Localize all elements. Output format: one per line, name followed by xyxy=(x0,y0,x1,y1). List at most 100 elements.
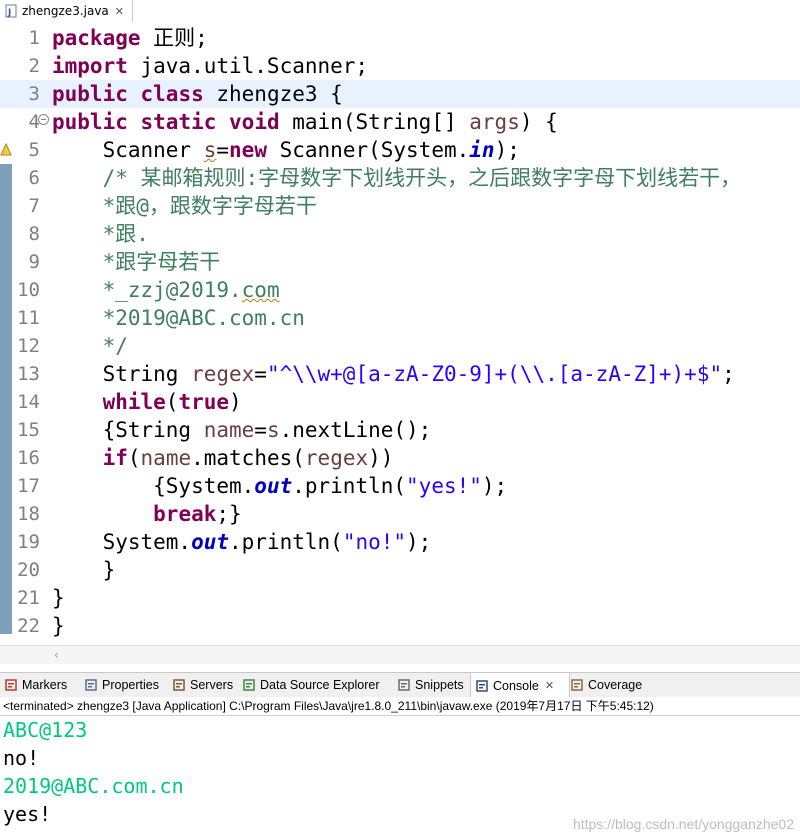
snippets-icon xyxy=(398,679,410,691)
warning-marker-icon[interactable] xyxy=(0,142,12,156)
code-token: 正则; xyxy=(140,26,208,50)
code-token: name xyxy=(140,446,192,470)
code-line[interactable]: 19 System.out.println("no!"); xyxy=(0,528,800,556)
code-line[interactable]: 13 String regex="^\\w+@[a-zA-Z0-9]+(\\.[… xyxy=(0,360,800,388)
code-line[interactable]: 8 *跟. xyxy=(0,220,800,248)
code-token: break xyxy=(153,502,217,526)
code-line[interactable]: 4− public static void main(String[] args)… xyxy=(0,108,800,136)
code-token: ); xyxy=(494,138,520,162)
code-token: *_zzj@2019. xyxy=(52,278,242,302)
code-line[interactable]: 11 *2019@ABC.com.cn xyxy=(0,304,800,332)
line-number: 20 xyxy=(17,559,40,581)
code-token: if xyxy=(102,446,128,470)
code-token: *跟字母若干 xyxy=(52,250,221,274)
editor-tab-zhengze3[interactable]: J zhengze3.java ✕ xyxy=(0,0,134,22)
code-line[interactable]: 6 /* 某邮箱规则:字母数字下划线开头，之后跟数字字母下划线若干， xyxy=(0,164,800,192)
fold-toggle-icon[interactable]: − xyxy=(38,114,49,125)
code-token: {String xyxy=(52,418,204,442)
code-token: ) xyxy=(229,390,242,414)
code-token: Scanner(System. xyxy=(266,138,470,162)
tab-coverage[interactable]: Coverage xyxy=(566,673,660,697)
line-number: 9 xyxy=(28,251,40,273)
line-number: 11 xyxy=(17,307,40,329)
code-token: s xyxy=(203,138,217,162)
line-number: 14 xyxy=(17,391,40,413)
console-input-line: ABC@123 xyxy=(3,718,88,742)
code-line[interactable]: 9 *跟字母若干 xyxy=(0,248,800,276)
tab-label: Markers xyxy=(22,678,68,692)
tab-label: Snippets xyxy=(415,678,464,692)
java-file-icon: J xyxy=(5,4,17,18)
code-line[interactable]: 21} xyxy=(0,584,800,612)
console-output-line: no! xyxy=(3,746,40,770)
servers-icon xyxy=(173,679,185,691)
line-number: 15 xyxy=(17,419,40,441)
code-token: args xyxy=(469,110,520,134)
tab-servers[interactable]: Servers xyxy=(168,673,240,697)
editor-tab-label: zhengze3.java xyxy=(22,4,109,18)
tab-console[interactable]: Console ✕ xyxy=(470,673,570,698)
tab-data-source-explorer[interactable]: Data Source Explorer xyxy=(238,673,395,697)
code-token: )) xyxy=(368,446,394,470)
code-token: true xyxy=(178,390,230,414)
code-token: .matches( xyxy=(191,446,305,470)
code-token: public xyxy=(52,82,128,106)
code-token: java.util.Scanner; xyxy=(127,54,369,78)
code-line[interactable]: 12 */ xyxy=(0,332,800,360)
code-token: public xyxy=(52,110,128,134)
watermark: https://blog.csdn.net/yongganzhe02 xyxy=(572,816,794,832)
editor-tab-bar: J zhengze3.java ✕ xyxy=(0,0,800,23)
code-line[interactable]: 20 } xyxy=(0,556,800,584)
close-icon[interactable]: ✕ xyxy=(545,679,554,692)
code-line[interactable]: 3 public class zhengze3 { xyxy=(0,80,800,108)
code-line[interactable]: 14 while(true) xyxy=(0,388,800,416)
tab-label: Servers xyxy=(190,678,234,692)
data-source-icon xyxy=(243,679,255,691)
code-token: String xyxy=(52,362,192,386)
code-editor[interactable]: 1 package 正则; 2 import java.util.Scanner; 3 p… xyxy=(0,22,800,647)
line-number: 12 xyxy=(17,335,40,357)
tab-markers[interactable]: Markers xyxy=(0,673,82,697)
code-token: ;} xyxy=(216,502,242,526)
console-output-line: yes! xyxy=(3,802,52,826)
tab-properties[interactable]: Properties xyxy=(80,673,170,697)
code-token: class xyxy=(140,82,204,106)
code-line[interactable]: 22} xyxy=(0,612,800,640)
code-line[interactable]: 5 Scanner s=new Scanner(System.in); xyxy=(0,136,800,164)
code-token: ); xyxy=(481,474,508,498)
line-number: 4 xyxy=(28,111,40,133)
code-line[interactable]: 18 break;} xyxy=(0,500,800,528)
code-token: void xyxy=(229,110,280,134)
code-token: "no!" xyxy=(342,530,407,554)
code-line[interactable]: 15 {String name=s.nextLine(); xyxy=(0,416,800,444)
code-text: System.out.println("no!"); xyxy=(52,528,432,556)
code-token: "^\\w+@[a-zA-Z0-9]+(\\.[a-zA-Z]+)+$" xyxy=(266,362,723,386)
code-line[interactable]: 2 import java.util.Scanner; xyxy=(0,52,800,80)
code-token: ) { xyxy=(519,110,558,134)
code-line[interactable]: 16 if(name.matches(regex)) xyxy=(0,444,800,472)
code-line[interactable]: 1 package 正则; xyxy=(0,24,800,52)
code-token: Scanner xyxy=(52,138,204,162)
code-text: import java.util.Scanner; xyxy=(52,52,368,80)
line-number: 19 xyxy=(17,531,40,553)
code-text: {String name=s.nextLine(); xyxy=(52,416,432,444)
code-text: public class zhengze3 { xyxy=(52,80,343,108)
code-text: while(true) xyxy=(52,388,242,416)
tab-label: Console xyxy=(493,678,539,693)
code-text: */ xyxy=(52,332,128,360)
code-line[interactable]: 7 *跟@，跟数字字母若干 xyxy=(0,192,800,220)
code-line[interactable]: 10 *_zzj@2019.com xyxy=(0,276,800,304)
close-icon[interactable]: ✕ xyxy=(115,5,124,18)
line-number: 18 xyxy=(17,503,40,525)
coverage-icon xyxy=(571,679,583,691)
code-text: *跟. xyxy=(52,220,149,248)
code-token: /* 某邮箱规则:字母数字下划线开头，之后跟数字字母下划线若干， xyxy=(52,166,742,190)
tab-snippets[interactable]: Snippets xyxy=(393,673,472,697)
scroll-left-icon[interactable]: ‹ xyxy=(54,646,59,664)
horizontal-scrollbar[interactable]: ‹ xyxy=(0,645,800,664)
code-token: *跟. xyxy=(52,222,149,246)
code-line[interactable]: 17 {System.out.println("yes!"); xyxy=(0,472,800,500)
